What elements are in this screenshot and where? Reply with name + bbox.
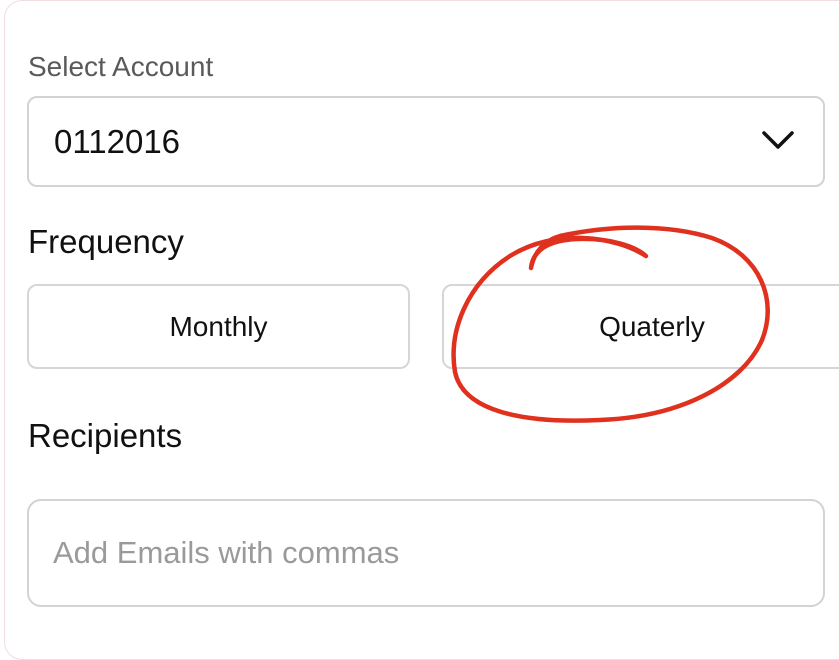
select-account-label: Select Account xyxy=(28,51,214,82)
recipients-email-input[interactable] xyxy=(27,499,825,607)
account-select-value: 0112016 xyxy=(54,123,181,160)
frequency-monthly-button[interactable]: Monthly xyxy=(27,284,410,369)
frequency-quarterly-button[interactable]: Quaterly xyxy=(442,284,839,369)
recipients-label: Recipients xyxy=(28,417,183,454)
frequency-label: Frequency xyxy=(28,223,184,260)
chevron-down-icon xyxy=(762,131,794,149)
account-select[interactable]: 0112016 xyxy=(27,96,825,187)
